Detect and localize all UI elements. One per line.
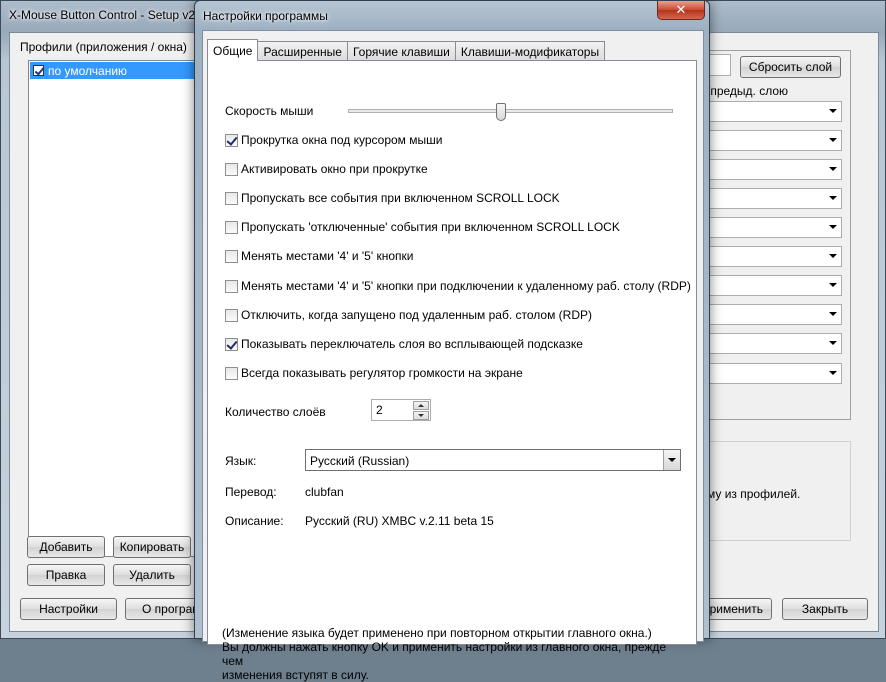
tab-hotkeys[interactable]: Горячие клавиши	[346, 41, 456, 61]
layer-label: /предыд. слою	[707, 84, 789, 98]
option-swap-buttons[interactable]: Менять местами '4' и '5' кнопки	[225, 248, 413, 264]
profiles-label: Профили (приложения / окна)	[20, 40, 187, 54]
chevron-down-icon	[829, 167, 837, 171]
description-label: Описание:	[225, 514, 284, 528]
close-icon[interactable]: ✕	[657, 1, 705, 20]
profiles-list[interactable]: по умолчанию	[28, 60, 208, 557]
button-action-combo[interactable]	[695, 217, 842, 238]
option-checkbox[interactable]	[225, 249, 238, 263]
button-action-combo[interactable]	[695, 130, 842, 151]
option-label: Показывать переключатель слоя во всплыва…	[241, 337, 583, 351]
about-button[interactable]: О програм	[125, 598, 205, 620]
option-volume-osd[interactable]: Всегда показывать регулятор громкости на…	[225, 365, 523, 381]
layers-stepper[interactable]: 2	[371, 399, 431, 421]
chevron-down-icon	[829, 196, 837, 200]
description-value: Русский (RU) XMBC v.2.11 beta 15	[305, 514, 494, 528]
settings-dialog: Настройки программы ✕ Общие Расширенные …	[194, 0, 710, 682]
option-checkbox[interactable]	[225, 279, 238, 293]
button-action-combo[interactable]	[695, 363, 842, 384]
option-checkbox[interactable]	[225, 162, 238, 176]
profile-info-text: му из профилей.	[707, 487, 801, 501]
option-checkbox[interactable]	[225, 220, 238, 234]
button-action-combo[interactable]	[695, 333, 842, 354]
option-label: Активировать окно при прокрутке	[241, 162, 428, 176]
option-checkbox[interactable]	[225, 366, 238, 380]
option-scroll-lock-disabled[interactable]: Пропускать 'отключенные' события при вкл…	[225, 219, 620, 235]
delete-button[interactable]: Удалить	[113, 564, 191, 586]
copy-button[interactable]: Копировать	[113, 536, 191, 558]
translation-value: clubfan	[305, 485, 344, 499]
language-label: Язык:	[225, 454, 257, 468]
chevron-down-icon	[829, 254, 837, 258]
chevron-down-icon	[829, 312, 837, 316]
tab-advanced[interactable]: Расширенные	[257, 41, 348, 61]
reset-layer-button[interactable]: Сбросить слой	[740, 56, 841, 78]
dialog-client: Общие Расширенные Горячие клавиши Клавиш…	[202, 30, 704, 682]
edit-button[interactable]: Правка	[27, 564, 105, 586]
layer-panel: Сбросить слой /предыд. слою	[686, 50, 851, 420]
option-checkbox[interactable]	[225, 191, 238, 205]
chevron-down-icon	[829, 138, 837, 142]
mouse-speed-track[interactable]	[348, 109, 673, 113]
option-label: Менять местами '4' и '5' кнопки при подк…	[241, 279, 691, 293]
language-note: (Изменение языка будет применено при пов…	[222, 626, 682, 682]
close-main-button[interactable]: Закрыть	[782, 598, 868, 620]
note-line: Вы должны нажать кнопку OK и применить н…	[222, 640, 667, 668]
main-window-title: X-Mouse Button Control - Setup v2	[9, 8, 196, 22]
layers-value: 2	[376, 403, 383, 417]
tab-strip: Общие Расширенные Горячие клавиши Клавиш…	[207, 39, 606, 61]
settings-button[interactable]: Настройки	[20, 598, 117, 620]
option-label: Прокрутка окна под курсором мыши	[241, 133, 443, 147]
language-value: Русский (Russian)	[310, 454, 410, 468]
chevron-down-icon	[829, 225, 837, 229]
layers-label: Количество слоёв	[225, 405, 326, 419]
button-action-combo[interactable]	[695, 159, 842, 180]
option-label: Отключить, когда запущено под удаленным …	[241, 308, 592, 322]
option-checkbox[interactable]	[225, 337, 238, 351]
tab-modifier-keys[interactable]: Клавиши-модификаторы	[454, 41, 606, 61]
option-scroll-under-cursor[interactable]: Прокрутка окна под курсором мыши	[225, 132, 442, 148]
chevron-down-icon	[829, 371, 837, 375]
option-swap-buttons-rdp[interactable]: Менять местами '4' и '5' кнопки при подк…	[225, 278, 691, 294]
note-line: (Изменение языка будет применено при пов…	[222, 626, 652, 640]
button-action-combo[interactable]	[695, 101, 842, 122]
option-label: Пропускать 'отключенные' события при вкл…	[241, 220, 620, 234]
option-label: Менять местами '4' и '5' кнопки	[241, 249, 414, 263]
general-tab-page: Скорость мыши Прокрутка окна под курсоро…	[207, 60, 697, 682]
tab-general[interactable]: Общие	[207, 39, 259, 61]
option-checkbox[interactable]	[225, 308, 238, 322]
option-label: Пропускать все события при включенном SC…	[241, 191, 560, 205]
stepper-up-icon[interactable]	[413, 401, 429, 410]
button-action-combo[interactable]	[695, 246, 842, 267]
chevron-down-icon	[829, 341, 837, 345]
option-checkbox[interactable]	[225, 133, 238, 147]
note-line: изменения вступят в силу.	[222, 668, 369, 682]
chevron-down-icon[interactable]	[663, 450, 680, 470]
add-button[interactable]: Добавить	[27, 536, 105, 558]
mouse-speed-label: Скорость мыши	[225, 104, 314, 118]
button-action-combo[interactable]	[695, 275, 842, 296]
option-scroll-lock-all[interactable]: Пропускать все события при включенном SC…	[225, 190, 560, 206]
mouse-speed-slider[interactable]	[495, 103, 506, 121]
button-action-combo[interactable]	[695, 188, 842, 209]
stepper-down-icon[interactable]	[413, 411, 429, 420]
option-label: Всегда показывать регулятор громкости на…	[241, 366, 523, 380]
profile-label: по умолчанию	[48, 63, 128, 78]
dialog-title: Настройки программы	[203, 9, 328, 23]
translation-label: Перевод:	[225, 485, 277, 499]
option-layer-tooltip[interactable]: Показывать переключатель слоя во всплыва…	[225, 336, 583, 352]
profile-info-panel: му из профилей.	[686, 441, 851, 541]
profile-item-default[interactable]: по умолчанию	[30, 62, 206, 79]
chevron-down-icon	[829, 283, 837, 287]
language-select[interactable]: Русский (Russian)	[305, 449, 681, 471]
button-action-combo[interactable]	[695, 304, 842, 325]
option-activate-on-scroll[interactable]: Активировать окно при прокрутке	[225, 161, 428, 177]
chevron-down-icon	[829, 109, 837, 113]
profile-checkbox[interactable]	[33, 65, 44, 76]
option-disable-rdp[interactable]: Отключить, когда запущено под удаленным …	[225, 307, 592, 323]
apply-button[interactable]: рименить	[700, 598, 772, 620]
